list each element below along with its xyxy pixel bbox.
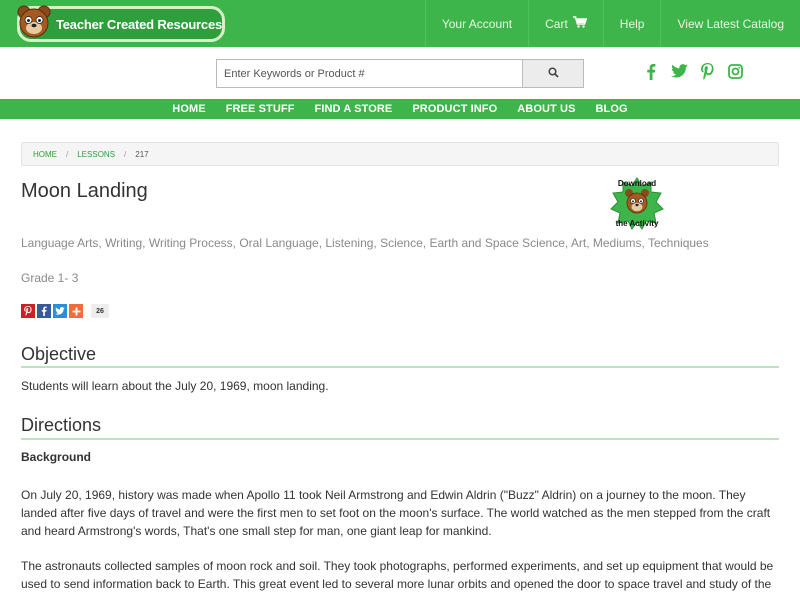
plus-share-icon[interactable] bbox=[69, 304, 83, 318]
menu-item-product-info[interactable]: PRODUCT INFO bbox=[402, 103, 507, 115]
menu-item-blog[interactable]: BLOG bbox=[586, 103, 638, 115]
breadcrumb-separator: / bbox=[124, 149, 127, 159]
search-button[interactable] bbox=[522, 59, 584, 88]
search-icon bbox=[547, 65, 559, 83]
background-subheading: Background bbox=[21, 450, 92, 464]
download-label-line2: the Activity bbox=[615, 219, 659, 228]
facebook-share-icon[interactable] bbox=[37, 304, 51, 318]
breadcrumb: HOME / LESSONS / 217 bbox=[21, 142, 779, 166]
social-links bbox=[642, 62, 744, 80]
section-divider bbox=[21, 366, 779, 368]
facebook-icon[interactable] bbox=[642, 62, 660, 80]
logo[interactable]: Teacher Created Resources bbox=[17, 5, 225, 42]
top-nav: Your Account Cart Help View Latest Catal… bbox=[424, 0, 800, 47]
bear-mascot-icon bbox=[14, 2, 54, 42]
search-input[interactable] bbox=[216, 59, 523, 88]
share-buttons: 26 bbox=[21, 304, 109, 318]
top-bar: Teacher Created Resources Your Account C… bbox=[0, 0, 800, 47]
logo-text: Teacher Created Resources bbox=[56, 16, 223, 32]
your-account-link[interactable]: Your Account bbox=[424, 0, 528, 47]
background-paragraph-1: On July 20, 1969, history was made when … bbox=[21, 488, 771, 538]
pinterest-icon[interactable] bbox=[698, 62, 716, 80]
breadcrumb-current: 217 bbox=[135, 149, 149, 159]
menu-item-about-us[interactable]: ABOUT US bbox=[507, 103, 585, 115]
download-label-line1: Download bbox=[617, 179, 657, 188]
objective-text: Students will learn about the July 20, 1… bbox=[21, 379, 329, 393]
share-count: 26 bbox=[91, 304, 109, 318]
directions-heading: Directions bbox=[21, 415, 102, 435]
instagram-icon[interactable] bbox=[726, 62, 744, 80]
grade-level: Grade 1- 3 bbox=[21, 271, 79, 285]
objective-heading: Objective bbox=[21, 344, 97, 364]
breadcrumb-lessons[interactable]: LESSONS bbox=[77, 150, 115, 159]
pinterest-share-icon[interactable] bbox=[21, 304, 35, 318]
twitter-icon[interactable] bbox=[670, 62, 688, 80]
cart-link[interactable]: Cart bbox=[528, 0, 603, 47]
subject-tags: Language Arts, Writing, Writing Process,… bbox=[21, 236, 709, 250]
menu-item-home[interactable]: HOME bbox=[162, 103, 215, 115]
page-title: Moon Landing bbox=[21, 180, 148, 202]
background-paragraph-2: The astronauts collected samples of moon… bbox=[21, 559, 774, 591]
download-activity-button[interactable]: Download the Activity bbox=[607, 176, 667, 230]
menu-item-free-stuff[interactable]: FREE STUFF bbox=[216, 103, 305, 115]
main-menu: HOME FREE STUFF FIND A STORE PRODUCT INF… bbox=[0, 99, 800, 119]
view-catalog-link[interactable]: View Latest Catalog bbox=[660, 0, 800, 47]
twitter-share-icon[interactable] bbox=[53, 304, 67, 318]
section-divider bbox=[21, 438, 779, 440]
help-link[interactable]: Help bbox=[602, 0, 661, 47]
menu-item-find-a-store[interactable]: FIND A STORE bbox=[305, 103, 403, 115]
breadcrumb-separator: / bbox=[66, 149, 69, 159]
breadcrumb-home[interactable]: HOME bbox=[33, 150, 57, 159]
cart-icon bbox=[572, 16, 588, 31]
